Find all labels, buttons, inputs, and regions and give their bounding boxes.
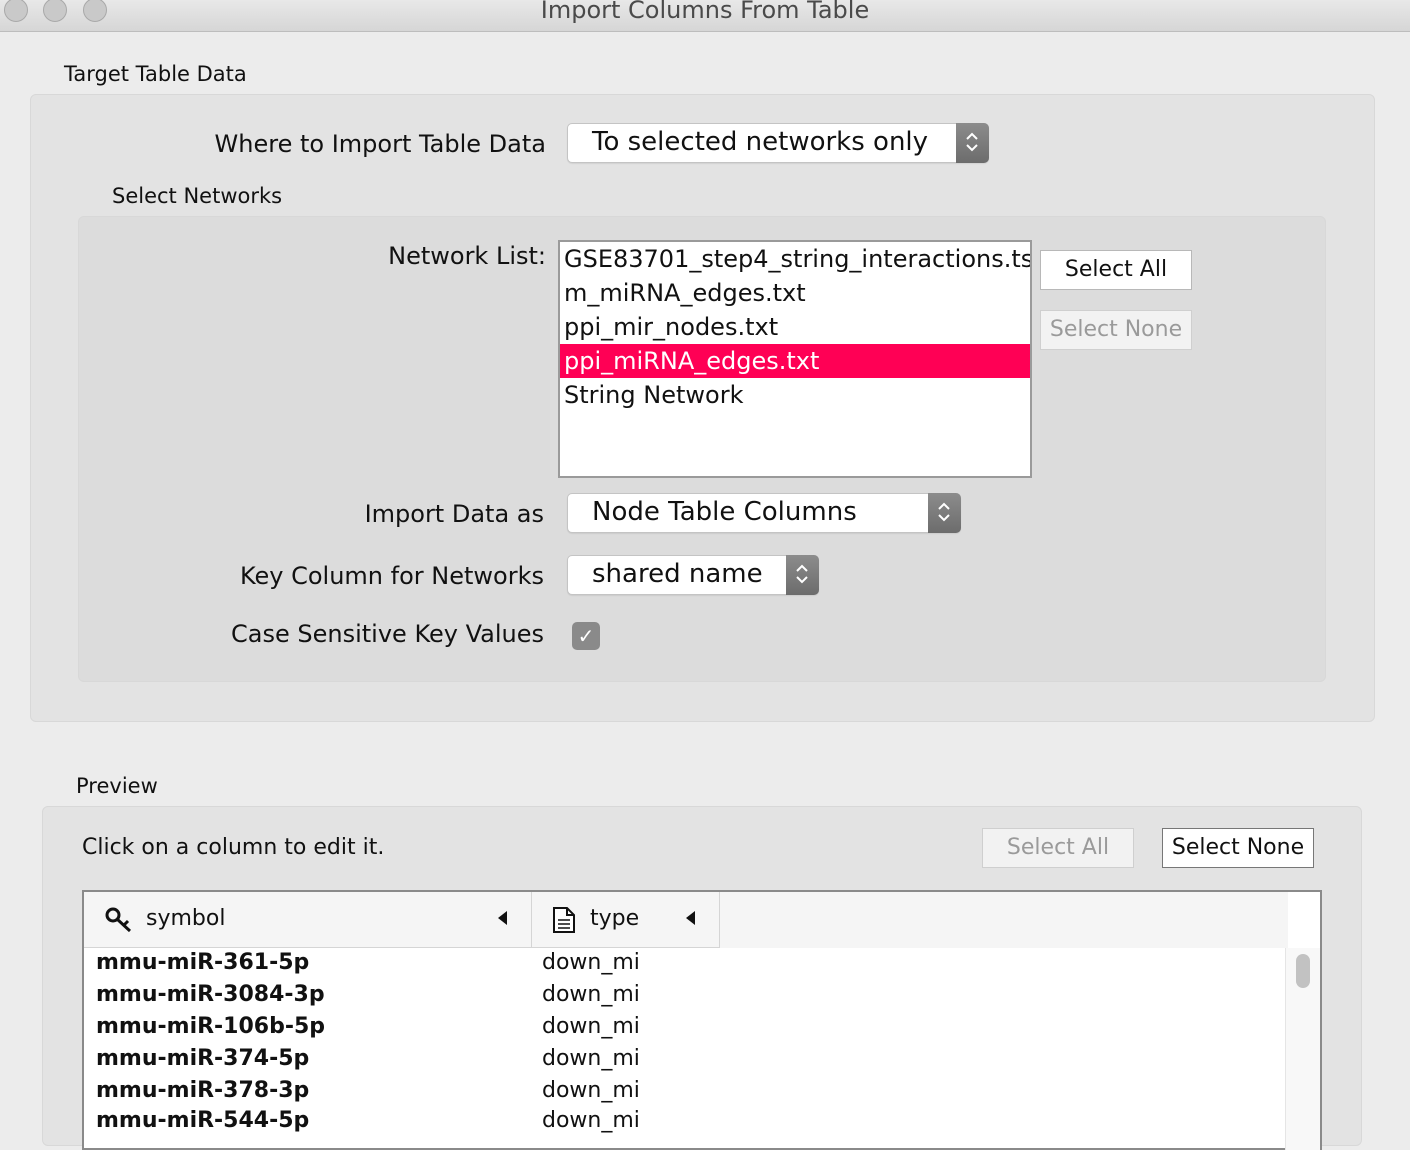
table-cell-type: down_mi [542, 982, 640, 1007]
column-header-type[interactable]: type [532, 892, 720, 948]
case-sensitive-checkbox[interactable]: ✓ [572, 622, 600, 650]
preview-select-all-button[interactable]: Select All [982, 828, 1134, 868]
where-to-import-combo[interactable]: To selected networks only [567, 123, 989, 163]
network-list-item[interactable]: m_miRNA_edges.txt [560, 276, 1030, 310]
column-header-label: symbol [146, 906, 226, 931]
network-list-item-selected[interactable]: ppi_miRNA_edges.txt [560, 344, 1030, 378]
preview-table[interactable]: symbol type mmu-miR-361-5p down_mi mmu-m… [82, 890, 1322, 1150]
key-column-value: shared name [592, 559, 763, 589]
import-data-as-value: Node Table Columns [592, 497, 857, 527]
key-icon [104, 906, 134, 938]
table-cell-symbol: mmu-miR-106b-5p [96, 1014, 326, 1039]
table-cell-type: down_mi [542, 1014, 640, 1039]
import-data-as-combo[interactable]: Node Table Columns [567, 493, 961, 533]
table-cell-symbol: mmu-miR-378-3p [96, 1078, 310, 1103]
up-down-arrows-icon [956, 123, 989, 163]
network-list-label: Network List: [388, 242, 546, 270]
network-list-item[interactable]: ppi_mir_nodes.txt [560, 310, 1030, 344]
table-cell-type: down_mi [542, 1108, 640, 1133]
up-down-arrows-icon [928, 493, 961, 533]
table-header: symbol type [84, 892, 1288, 948]
where-to-import-value: To selected networks only [592, 127, 929, 157]
key-column-label: Key Column for Networks [239, 562, 544, 590]
target-table-data-label: Target Table Data [64, 62, 247, 86]
table-cell-type: down_mi [542, 1078, 640, 1103]
vertical-scrollbar[interactable] [1285, 948, 1320, 1150]
document-icon [552, 906, 576, 938]
column-header-label: type [590, 906, 640, 931]
table-cell-symbol: mmu-miR-544-5p [96, 1108, 310, 1133]
import-data-as-label: Import Data as [364, 500, 544, 528]
sort-arrow-icon[interactable] [498, 911, 507, 925]
network-list-item[interactable]: String Network [560, 378, 1030, 412]
table-cell-symbol: mmu-miR-374-5p [96, 1046, 310, 1071]
column-header-symbol[interactable]: symbol [84, 892, 532, 948]
select-networks-label: Select Networks [112, 184, 283, 208]
up-down-arrows-icon [786, 555, 819, 595]
sort-arrow-icon[interactable] [686, 911, 695, 925]
preview-select-none-button[interactable]: Select None [1162, 828, 1314, 868]
window-title: Import Columns From Table [540, 0, 870, 24]
title-bar: Import Columns From Table [0, 0, 1410, 32]
networks-select-all-button[interactable]: Select All [1040, 250, 1192, 290]
case-sensitive-label: Case Sensitive Key Values [231, 620, 544, 648]
table-cell-symbol: mmu-miR-361-5p [96, 950, 310, 975]
network-list[interactable]: GSE83701_step4_string_interactions.tsv m… [558, 240, 1032, 478]
networks-select-none-button[interactable]: Select None [1040, 310, 1192, 350]
checkmark-icon: ✓ [577, 624, 595, 648]
where-to-import-label: Where to Import Table Data [214, 130, 546, 158]
table-cell-type: down_mi [542, 950, 640, 975]
preview-label: Preview [76, 774, 158, 798]
table-cell-type: down_mi [542, 1046, 640, 1071]
preview-hint: Click on a column to edit it. [82, 835, 385, 860]
network-list-item[interactable]: GSE83701_step4_string_interactions.tsv [560, 242, 1030, 276]
table-cell-symbol: mmu-miR-3084-3p [96, 982, 325, 1007]
scrollbar-thumb[interactable] [1296, 954, 1310, 988]
key-column-combo[interactable]: shared name [567, 555, 819, 595]
